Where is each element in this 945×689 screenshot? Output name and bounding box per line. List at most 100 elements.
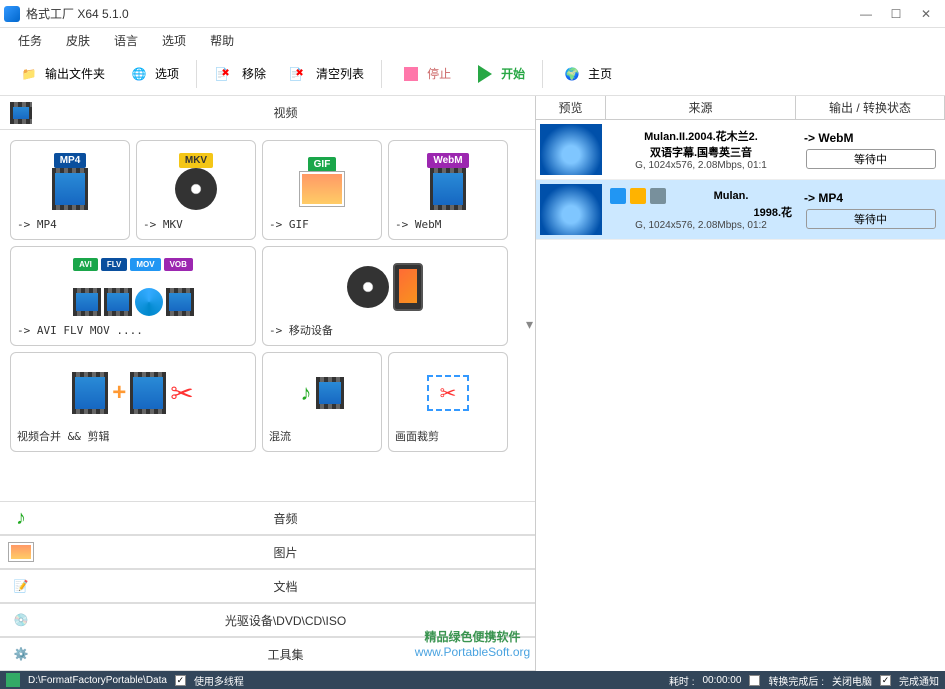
menu-option[interactable]: 选项 xyxy=(152,30,196,51)
play-icon[interactable] xyxy=(650,188,666,204)
queue-thumbnail xyxy=(536,180,606,239)
scissors-icon: ✂ xyxy=(170,377,193,410)
film-icon xyxy=(104,288,132,316)
tile-mobile-label: -> 移动设备 xyxy=(269,321,501,339)
tile-mux-label: 混流 xyxy=(269,427,375,445)
disc-icon xyxy=(347,266,389,308)
category-document-label: 文档 xyxy=(44,578,527,595)
stop-icon xyxy=(399,62,423,86)
col-preview[interactable]: 预览 xyxy=(536,96,606,119)
output-folder-button[interactable]: 📁 输出文件夹 xyxy=(8,57,114,91)
queue-row[interactable]: Mulan. 1998.花 G, 1024x576, 2.08Mbps, 01:… xyxy=(536,180,945,240)
tile-mkv-label: -> MKV xyxy=(143,215,249,233)
category-picture[interactable]: 图片 xyxy=(0,535,535,569)
mkv-artwork: MKV xyxy=(143,147,249,215)
menu-task[interactable]: 任务 xyxy=(8,30,52,51)
home-button[interactable]: 🌍 主页 xyxy=(551,57,621,91)
target-format: -> MP4 xyxy=(800,191,843,205)
after-checkbox[interactable] xyxy=(749,675,760,686)
merge-artwork: + ✂ xyxy=(17,359,249,427)
separator xyxy=(542,60,543,88)
statusbar: D:\FormatFactoryPortable\Data 使用多线程 耗时 :… xyxy=(0,671,945,689)
tile-webm-label: -> WebM xyxy=(395,215,501,233)
queue-row[interactable]: Mulan.II.2004.花木兰2. 双语字幕.国粤英三音 G, 1024x5… xyxy=(536,120,945,180)
document-icon: 📝 xyxy=(8,573,34,599)
film-icon xyxy=(72,372,108,414)
clear-button[interactable]: 📄✖ 清空列表 xyxy=(279,57,373,91)
tile-webm[interactable]: WebM -> WebM xyxy=(388,140,508,240)
avi-badge: AVI xyxy=(73,258,98,271)
info-icon[interactable] xyxy=(610,188,626,204)
category-video[interactable]: 视频 xyxy=(0,96,535,130)
tile-mux[interactable]: ♪ 混流 xyxy=(262,352,382,452)
gif-artwork: GIF xyxy=(269,147,375,215)
mkv-badge: MKV xyxy=(179,153,213,168)
file-sub: 1998.花 xyxy=(610,204,792,220)
flv-badge: FLV xyxy=(101,258,128,271)
tile-mp4-label: -> MP4 xyxy=(17,215,123,233)
film-icon xyxy=(430,168,466,210)
disc-drive-icon: 💿 xyxy=(8,607,34,633)
titlebar: 格式工厂 X64 5.1.0 — ☐ ✕ xyxy=(0,0,945,28)
close-button[interactable]: ✕ xyxy=(911,3,941,25)
queue-source: Mulan. 1998.花 G, 1024x576, 2.08Mbps, 01:… xyxy=(606,180,796,239)
tile-gif-label: -> GIF xyxy=(269,215,375,233)
scroll-down-icon[interactable]: ▾ xyxy=(526,316,533,333)
tile-multi[interactable]: AVI FLV MOV VOB -> AVI FLV MOV .... xyxy=(10,246,256,346)
tile-mp4[interactable]: MP4 -> MP4 xyxy=(10,140,130,240)
category-document[interactable]: 📝 文档 xyxy=(0,569,535,603)
picture-cat-icon xyxy=(8,539,34,565)
tile-merge[interactable]: + ✂ 视频合并 && 剪辑 xyxy=(10,352,256,452)
tile-crop[interactable]: ✂ 画面裁剪 xyxy=(388,352,508,452)
folder-icon[interactable] xyxy=(6,673,20,687)
crop-artwork: ✂ xyxy=(395,359,501,427)
col-output[interactable]: 输出 / 转换状态 xyxy=(796,96,945,119)
film-icon xyxy=(316,377,344,409)
menu-language[interactable]: 语言 xyxy=(104,30,148,51)
tile-gif[interactable]: GIF -> GIF xyxy=(262,140,382,240)
phone-icon xyxy=(393,263,423,311)
queue-output: -> MP4 等待中 xyxy=(796,180,945,239)
after-label: 转换完成后 : xyxy=(768,673,824,688)
left-panel: 视频 MP4 -> MP4 MKV -> xyxy=(0,96,536,671)
stop-button[interactable]: 停止 xyxy=(390,57,460,91)
mp4-artwork: MP4 xyxy=(17,147,123,215)
category-rom[interactable]: 💿 光驱设备\DVD\CD\ISO xyxy=(0,603,535,637)
col-source[interactable]: 来源 xyxy=(606,96,796,119)
tile-mkv[interactable]: MKV -> MKV xyxy=(136,140,256,240)
start-button[interactable]: 开始 xyxy=(464,57,534,91)
tile-multi-label: -> AVI FLV MOV .... xyxy=(17,321,249,339)
plus-icon: + xyxy=(112,379,126,407)
format-area: MP4 -> MP4 MKV -> MKV GI xyxy=(0,130,535,501)
category-tools[interactable]: ⚙️ 工具集 xyxy=(0,637,535,671)
status-badge[interactable]: 等待中 xyxy=(806,209,936,229)
home-label: 主页 xyxy=(588,65,612,82)
remove-button[interactable]: 📄✖ 移除 xyxy=(205,57,275,91)
menu-help[interactable]: 帮助 xyxy=(200,30,244,51)
film-icon xyxy=(52,168,88,210)
clock-icon xyxy=(135,288,163,316)
mobile-artwork xyxy=(269,253,501,321)
webm-artwork: WebM xyxy=(395,147,501,215)
maximize-button[interactable]: ☐ xyxy=(881,3,911,25)
gif-badge: GIF xyxy=(308,157,337,172)
globe-icon: 🌐 xyxy=(127,62,151,86)
right-panel: 预览 来源 输出 / 转换状态 Mulan.II.2004.花木兰2. 双语字幕… xyxy=(536,96,945,671)
tile-mobile[interactable]: -> 移动设备 xyxy=(262,246,508,346)
queue-source: Mulan.II.2004.花木兰2. 双语字幕.国粤英三音 G, 1024x5… xyxy=(606,120,796,179)
menu-skin[interactable]: 皮肤 xyxy=(56,30,100,51)
mux-artwork: ♪ xyxy=(269,359,375,427)
options-label: 选项 xyxy=(155,65,179,82)
output-path[interactable]: D:\FormatFactoryPortable\Data xyxy=(28,675,167,686)
music-icon: ♪ xyxy=(301,380,312,406)
folder-icon[interactable] xyxy=(630,188,646,204)
status-badge[interactable]: 等待中 xyxy=(806,149,936,169)
remove-icon: 📄✖ xyxy=(214,62,238,86)
multithread-checkbox[interactable] xyxy=(175,675,186,686)
category-audio[interactable]: ♪ 音频 xyxy=(0,501,535,535)
minimize-button[interactable]: — xyxy=(851,3,881,25)
options-button[interactable]: 🌐 选项 xyxy=(118,57,188,91)
file-meta: G, 1024x576, 2.08Mbps, 01:1 xyxy=(610,160,792,171)
notify-checkbox[interactable] xyxy=(880,675,891,686)
film-icon xyxy=(166,288,194,316)
